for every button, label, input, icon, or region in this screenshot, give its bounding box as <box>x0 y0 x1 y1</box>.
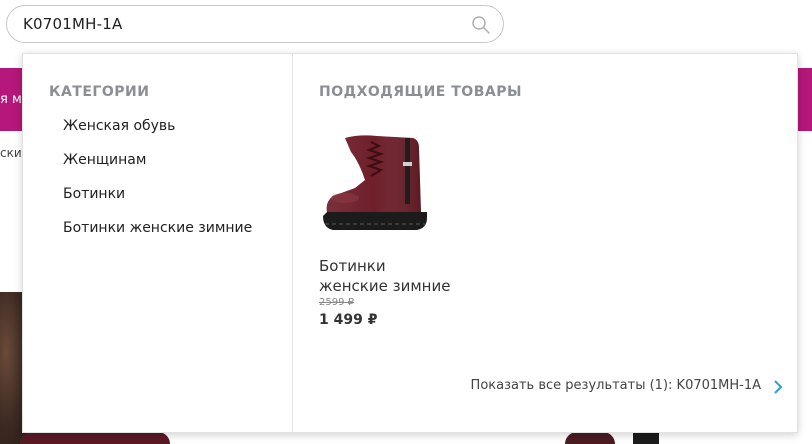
search-suggestions-dropdown: КАТЕГОРИИ Женская обувь Женщинам Ботинки… <box>22 53 798 433</box>
background-photo-bottom <box>20 432 170 444</box>
search-icon[interactable] <box>471 15 491 35</box>
search-query[interactable]: K0701MH-1A <box>23 15 122 33</box>
column-divider <box>292 54 293 432</box>
boot-product-image[interactable] <box>319 132 429 242</box>
chevron-right-icon[interactable] <box>773 380 783 394</box>
categories-heading: КАТЕГОРИИ <box>49 84 150 100</box>
product-card[interactable]: Ботинки женские зимние 2599 ₽ 1 499 ₽ <box>319 132 499 328</box>
category-link[interactable]: Ботинки <box>63 185 252 219</box>
breadcrumb[interactable]: ски <box>0 146 22 160</box>
search-input[interactable]: K0701MH-1A <box>6 5 504 43</box>
show-all-results-link[interactable]: Показать все результаты (1): K0701MH-1A <box>471 378 761 393</box>
category-link[interactable]: Женская обувь <box>63 117 252 151</box>
product-old-price: 2599 ₽ <box>319 297 354 308</box>
product-name[interactable]: Ботинки женские зимние <box>319 256 459 296</box>
product-price: 1 499 ₽ <box>319 312 378 328</box>
category-link[interactable]: Женщинам <box>63 151 252 185</box>
category-link[interactable]: Ботинки женские зимние <box>63 219 252 253</box>
products-heading: ПОДХОДЯЩИЕ ТОВАРЫ <box>319 84 522 100</box>
categories-list: Женская обувь Женщинам Ботинки Ботинки ж… <box>63 117 252 253</box>
